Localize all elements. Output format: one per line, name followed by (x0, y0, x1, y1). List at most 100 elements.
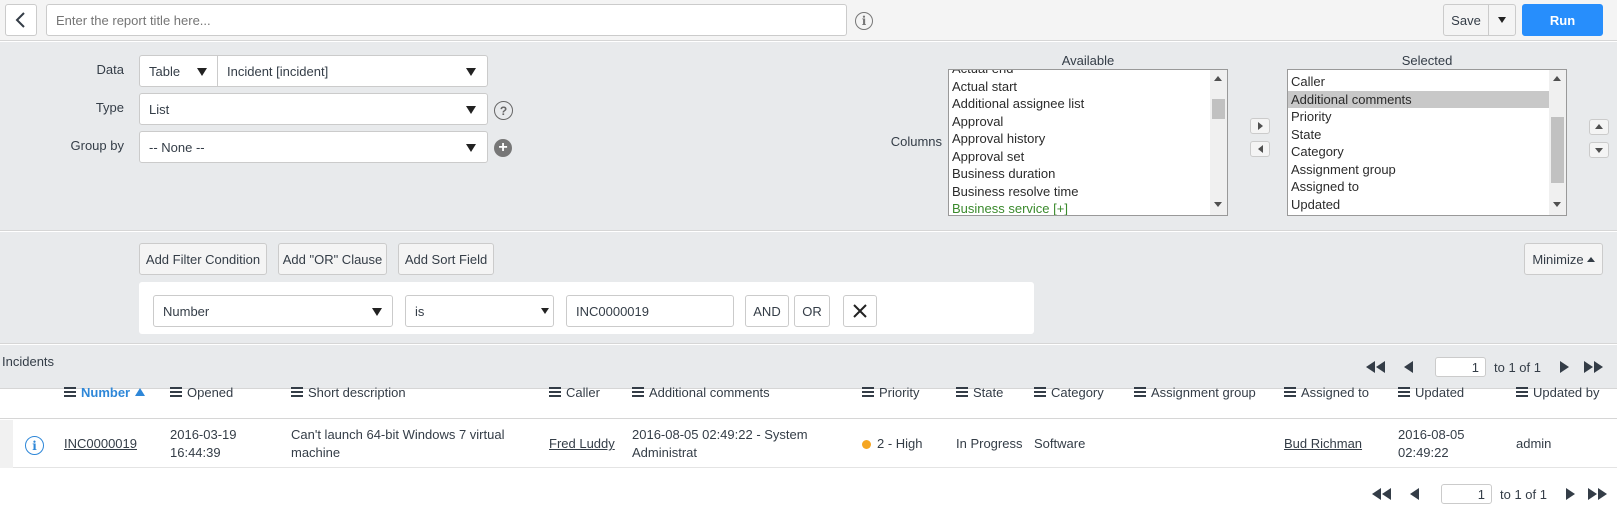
groupby-select[interactable]: -- None -- (139, 131, 488, 163)
column-header-label: Category (1051, 384, 1104, 400)
column-menu-icon[interactable] (1134, 387, 1146, 397)
selected-columns-list[interactable]: Caller Additional comments Priority State Ca… (1287, 69, 1567, 216)
column-menu-icon[interactable] (291, 387, 303, 397)
column-menu-icon[interactable] (956, 387, 968, 397)
add-filter-condition-button[interactable]: Add Filter Condition (139, 243, 267, 275)
prev-page-button[interactable] (1404, 361, 1414, 373)
priority-cell: 2 - High (877, 436, 923, 451)
filter-value-input[interactable] (566, 295, 734, 327)
prev-page-button-bottom[interactable] (1410, 488, 1420, 500)
column-menu-icon[interactable] (64, 387, 76, 397)
column-header-caller[interactable]: Caller (549, 383, 600, 401)
available-column-option[interactable]: Approval history (949, 130, 1211, 148)
available-scrollbar[interactable] (1210, 70, 1227, 215)
column-header-opened[interactable]: Opened (170, 383, 233, 401)
row-info-icon[interactable]: i (25, 436, 44, 455)
selected-column-option[interactable]: State (1288, 126, 1550, 144)
move-down-button[interactable] (1589, 142, 1609, 158)
column-header-short-description[interactable]: Short description (291, 383, 406, 401)
state-cell: In Progress (956, 436, 1023, 451)
selected-column-option[interactable]: Assignment group (1288, 161, 1550, 179)
report-title-input[interactable] (46, 4, 847, 36)
column-menu-icon[interactable] (862, 387, 874, 397)
selected-scrollbar[interactable] (1549, 70, 1566, 215)
add-column-button[interactable] (1250, 118, 1270, 134)
selected-column-option[interactable]: Additional comments (1288, 90, 1550, 108)
scroll-thumb[interactable] (1551, 117, 1564, 183)
column-menu-icon[interactable] (1398, 387, 1410, 397)
available-column-option[interactable]: Additional assignee list (949, 95, 1211, 113)
column-menu-icon[interactable] (632, 387, 644, 397)
column-header-additional-comments[interactable]: Additional comments (632, 383, 770, 401)
help-icon[interactable]: ? (494, 101, 513, 120)
selected-column-option[interactable]: Category (1288, 143, 1550, 161)
move-up-button[interactable] (1589, 119, 1609, 135)
chevron-down-icon (197, 68, 207, 76)
filter-and-button[interactable]: AND (745, 295, 789, 327)
page-input[interactable] (1435, 357, 1486, 377)
scroll-up-icon[interactable] (1214, 76, 1222, 81)
available-column-option[interactable]: Approval (949, 113, 1211, 131)
last-page-button[interactable] (1584, 361, 1608, 373)
scroll-up-icon[interactable] (1553, 76, 1561, 81)
save-button[interactable]: Save (1443, 4, 1489, 36)
remove-condition-button[interactable] (843, 295, 877, 327)
column-header-label: Number (81, 384, 131, 400)
filter-operator-select[interactable]: is (405, 295, 554, 327)
selected-column-option[interactable]: Assigned to (1288, 178, 1550, 196)
type-select[interactable]: List (139, 93, 488, 125)
add-or-clause-button[interactable]: Add "OR" Clause (278, 243, 387, 275)
column-menu-icon[interactable] (1516, 387, 1528, 397)
incident-number-link[interactable]: INC0000019 (64, 435, 137, 453)
first-page-button[interactable] (1366, 361, 1390, 373)
row-left-edge (0, 420, 13, 468)
available-column-option[interactable]: Business duration (949, 165, 1211, 183)
column-menu-icon[interactable] (1034, 387, 1046, 397)
filter-or-button[interactable]: OR (794, 295, 830, 327)
assigned-to-link[interactable]: Bud Richman (1284, 435, 1362, 453)
column-header-category[interactable]: Category (1034, 383, 1104, 401)
selected-title: Selected (1401, 53, 1453, 68)
column-header-number[interactable]: Number (64, 383, 146, 401)
data-table-select[interactable]: Incident [incident] (217, 55, 488, 87)
available-column-option[interactable]: Business resolve time (949, 183, 1211, 201)
column-menu-icon[interactable] (1284, 387, 1296, 397)
page-input-bottom[interactable] (1441, 484, 1492, 504)
minimize-button[interactable]: Minimize (1524, 243, 1603, 275)
available-column-option[interactable]: Approval set (949, 148, 1211, 166)
column-menu-icon[interactable] (170, 387, 182, 397)
column-header-updated-by[interactable]: Updated by (1516, 383, 1600, 401)
column-header-assignment-group[interactable]: Assignment group (1134, 383, 1256, 401)
add-sort-field-button[interactable]: Add Sort Field (398, 243, 494, 275)
add-group-icon[interactable]: + (494, 139, 512, 157)
selected-column-option[interactable]: Updated (1288, 196, 1550, 214)
available-column-option[interactable]: Actual end (949, 70, 1211, 78)
column-menu-icon[interactable] (549, 387, 561, 397)
next-page-button-bottom[interactable] (1566, 488, 1576, 500)
first-page-button-bottom[interactable] (1372, 488, 1396, 500)
scroll-thumb[interactable] (1212, 99, 1225, 119)
scroll-down-icon[interactable] (1553, 202, 1561, 207)
column-header-updated[interactable]: Updated (1398, 383, 1464, 401)
run-button[interactable]: Run (1522, 4, 1603, 36)
column-header-state[interactable]: State (956, 383, 1003, 401)
back-button[interactable] (5, 4, 37, 36)
column-header-label: Short description (308, 384, 406, 400)
scroll-down-icon[interactable] (1214, 202, 1222, 207)
available-column-option[interactable]: Actual start (949, 78, 1211, 96)
info-icon[interactable]: i (855, 12, 873, 30)
selected-column-option[interactable]: Caller (1288, 73, 1550, 91)
selected-column-option[interactable]: Priority (1288, 108, 1550, 126)
available-column-option[interactable]: Business service [+] (949, 200, 1211, 215)
column-header-assigned-to[interactable]: Assigned to (1284, 383, 1369, 401)
column-header-priority[interactable]: Priority (862, 383, 919, 401)
last-page-button-bottom[interactable] (1588, 488, 1612, 500)
next-page-button[interactable] (1560, 361, 1570, 373)
filter-field-select[interactable]: Number (153, 295, 393, 327)
caller-link[interactable]: Fred Luddy (549, 435, 615, 453)
available-columns-list[interactable]: Actual endActual startAdditional assigne… (948, 69, 1228, 216)
save-options-button[interactable] (1488, 4, 1516, 36)
page-count-bottom: to 1 of 1 (1500, 487, 1547, 502)
data-source-select[interactable]: Table (139, 55, 218, 87)
remove-column-button[interactable] (1250, 141, 1270, 157)
